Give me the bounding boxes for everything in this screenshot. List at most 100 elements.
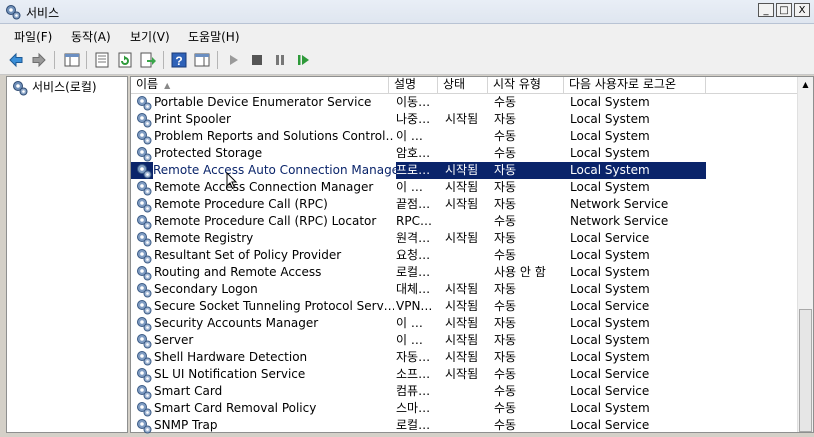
table-row[interactable]: Remote Procedure Call (RPC) Locator RPC… 수…	[131, 213, 706, 230]
stop-service-icon[interactable]	[249, 52, 265, 68]
service-name: Smart Card Removal Policy	[154, 401, 317, 415]
vertical-scrollbar[interactable]: ▲	[797, 77, 813, 432]
table-row[interactable]: Remote Access Auto Connection Manager 프로……	[131, 162, 706, 179]
menu-action[interactable]: 동작(A)	[71, 28, 111, 45]
service-description: 암호…	[396, 146, 431, 160]
service-gear-icon	[136, 282, 152, 298]
start-service-icon[interactable]	[226, 52, 242, 68]
table-row[interactable]: Resultant Set of Policy Provider 요청… 수동 Loc…	[131, 247, 706, 264]
service-startup-type: 자동	[494, 350, 517, 364]
toolbar: ?	[0, 46, 814, 75]
table-row[interactable]: SL UI Notification Service 소프… 시작됨 수동 Local …	[131, 366, 706, 383]
refresh-icon[interactable]	[117, 52, 133, 68]
maximize-button[interactable]: □	[776, 3, 792, 17]
table-row[interactable]: Secure Socket Tunneling Protocol Serv… VP…	[131, 298, 706, 315]
table-row[interactable]: Portable Device Enumerator Service 이동… 수동 L…	[131, 94, 706, 111]
back-arrow-icon[interactable]	[8, 52, 24, 68]
service-startup-type: 자동	[494, 282, 517, 296]
service-startup-type: 자동	[494, 333, 517, 347]
title-bar: 서비스 _ □ X	[0, 0, 814, 24]
service-status: 시작됨	[445, 180, 479, 194]
service-gear-icon	[136, 350, 152, 366]
scrollbar-thumb[interactable]	[799, 309, 812, 432]
service-log-on-as: Local Service	[570, 231, 650, 245]
close-button[interactable]: X	[794, 3, 810, 17]
service-status	[445, 417, 489, 434]
table-row[interactable]: Remote Access Connection Manager 이 … 시작됨 자동…	[131, 179, 706, 196]
services-gear-icon	[6, 5, 21, 20]
service-description: 나중…	[396, 112, 431, 126]
table-row[interactable]: Smart Card 컴퓨… 수동 Local Service	[131, 383, 706, 400]
service-description: 컴퓨…	[396, 384, 431, 398]
service-log-on-as: Local System	[570, 333, 650, 347]
forward-arrow-icon[interactable]	[31, 52, 47, 68]
table-row[interactable]: Routing and Remote Access 로컬… 사용 안 함 Local …	[131, 264, 706, 281]
table-row[interactable]: Security Accounts Manager 이 … 시작됨 자동 Local S…	[131, 315, 706, 332]
service-name: Server	[154, 333, 194, 347]
table-row[interactable]: Remote Registry 원격… 시작됨 자동 Local Service	[131, 230, 706, 247]
table-row[interactable]: Protected Storage 암호… 수동 Local System	[131, 145, 706, 162]
service-description: 프로…	[396, 163, 431, 177]
column-header-startup-type[interactable]: 시작 유형	[488, 77, 564, 93]
service-log-on-as: Local System	[570, 265, 650, 279]
menu-help[interactable]: 도움말(H)	[188, 28, 240, 45]
service-description: 이 …	[396, 129, 423, 143]
service-startup-type: 수동	[494, 248, 517, 262]
service-log-on-as: Local System	[570, 146, 650, 160]
service-gear-icon	[136, 197, 152, 213]
window-controls: _ □ X	[758, 3, 810, 17]
table-row[interactable]: Remote Procedure Call (RPC) 끝점… 시작됨 자동 Netwo…	[131, 196, 706, 213]
service-startup-type: 수동	[494, 146, 517, 160]
action-pane-icon[interactable]	[194, 52, 210, 68]
service-startup-type: 수동	[494, 418, 517, 432]
service-description: 끝점…	[396, 197, 431, 211]
service-startup-type: 수동	[494, 299, 517, 313]
menu-view[interactable]: 보기(V)	[130, 28, 170, 45]
show-console-tree-icon[interactable]	[64, 52, 80, 68]
service-status: 시작됨	[445, 282, 479, 296]
service-gear-icon	[136, 248, 152, 264]
service-startup-type: 수동	[494, 214, 517, 228]
table-row[interactable]: SNMP Trap 로컬… 수동 Local Service	[131, 417, 706, 434]
service-startup-type: 사용 안 함	[494, 265, 546, 279]
table-row[interactable]: Smart Card Removal Policy 스마… 수동 Local Syst…	[131, 400, 706, 417]
service-startup-type: 자동	[494, 112, 517, 126]
service-name: Problem Reports and Solutions Control…	[154, 129, 394, 143]
help-icon[interactable]: ?	[171, 52, 187, 68]
column-header-description[interactable]: 설명	[389, 77, 438, 93]
menu-file[interactable]: 파일(F)	[14, 28, 52, 45]
service-gear-icon	[136, 401, 152, 417]
column-header-status[interactable]: 상태	[438, 77, 488, 93]
table-row[interactable]: Server 이 … 시작됨 자동 Local System	[131, 332, 706, 349]
service-status	[445, 400, 489, 417]
service-name: Routing and Remote Access	[154, 265, 322, 279]
service-status	[445, 383, 489, 400]
export-list-icon[interactable]	[140, 52, 156, 68]
minimize-button[interactable]: _	[758, 3, 774, 17]
service-log-on-as: Local System	[570, 112, 650, 126]
service-status: 시작됨	[445, 316, 479, 330]
service-name: Print Spooler	[154, 112, 231, 126]
tree-node-services-local[interactable]: 서비스(로컬)	[32, 78, 97, 95]
scroll-up-icon[interactable]: ▲	[798, 77, 813, 93]
service-startup-type: 수동	[494, 401, 517, 415]
menu-bar: 파일(F) 동작(A) 보기(V) 도움말(H)	[0, 24, 814, 46]
service-gear-icon	[136, 95, 152, 111]
column-header-name[interactable]: 이름 ▲	[131, 77, 389, 93]
properties-icon[interactable]	[94, 52, 110, 68]
service-description: 스마…	[396, 401, 431, 415]
table-row[interactable]: Shell Hardware Detection 자동… 시작됨 자동 Local Sy…	[131, 349, 706, 366]
service-log-on-as: Local System	[570, 350, 650, 364]
mouse-cursor-icon	[226, 172, 238, 190]
service-status: 시작됨	[445, 367, 479, 381]
table-row[interactable]: Problem Reports and Solutions Control… 이 …	[131, 128, 706, 145]
restart-service-icon[interactable]	[295, 52, 311, 68]
service-gear-icon	[136, 367, 152, 383]
service-name: Shell Hardware Detection	[154, 350, 308, 364]
column-header-log-on-as[interactable]: 다음 사용자로 로그온	[564, 77, 706, 93]
service-name: SNMP Trap	[154, 418, 218, 432]
table-row[interactable]: Print Spooler 나중… 시작됨 자동 Local System	[131, 111, 706, 128]
service-startup-type: 수동	[494, 129, 517, 143]
pause-service-icon[interactable]	[272, 52, 288, 68]
table-row[interactable]: Secondary Logon 대체… 시작됨 자동 Local System	[131, 281, 706, 298]
